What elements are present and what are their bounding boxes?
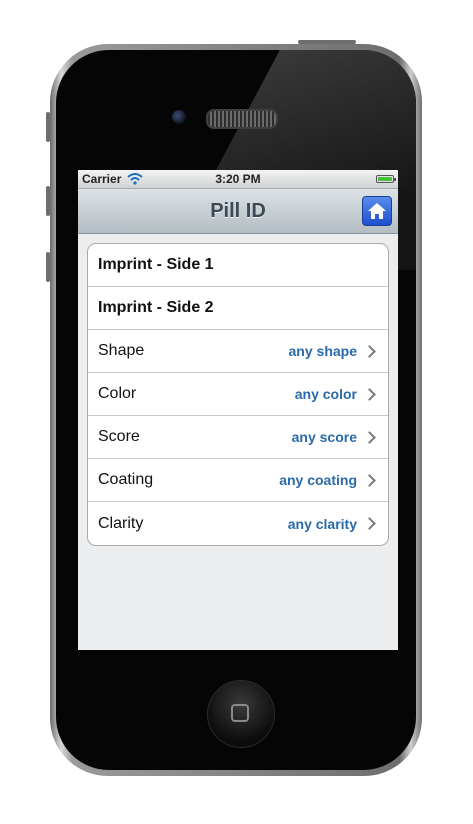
- row-value: any shape: [288, 343, 357, 359]
- row-value: any coating: [279, 472, 357, 488]
- page-title: Pill ID: [210, 199, 266, 222]
- status-bar: Carrier 3:20 PM: [78, 170, 398, 189]
- app-screen: Carrier 3:20 PM Pill ID Imprint - Side 1…: [78, 170, 398, 650]
- row-shape[interactable]: Shape any shape: [88, 330, 388, 373]
- chevron-right-icon: [363, 430, 376, 444]
- home-button-square-icon: [231, 704, 249, 722]
- row-value: any score: [291, 429, 357, 445]
- search-criteria-table: Imprint - Side 1 Imprint - Side 2 Shape …: [87, 243, 389, 546]
- battery-icon: [376, 175, 396, 183]
- row-label: Shape: [98, 342, 145, 359]
- home-icon: [368, 203, 386, 219]
- chevron-right-icon: [363, 387, 376, 401]
- row-label: Score: [98, 428, 140, 445]
- row-label: Coating: [98, 471, 154, 488]
- power-button: [298, 40, 356, 44]
- battery-fill: [378, 177, 392, 181]
- front-camera: [172, 110, 186, 124]
- chevron-right-icon: [363, 344, 376, 358]
- volume-down-button: [46, 252, 50, 282]
- row-label: Clarity: [98, 514, 144, 532]
- row-coating[interactable]: Coating any coating: [88, 459, 388, 502]
- mute-switch: [46, 112, 50, 142]
- row-value: any clarity: [287, 515, 357, 532]
- row-label: Color: [98, 385, 137, 402]
- clock-time: 3:20 PM: [215, 172, 261, 186]
- row-clarity[interactable]: Clarity any clarity: [88, 502, 388, 545]
- row-imprint-side-1[interactable]: Imprint - Side 1: [88, 244, 388, 287]
- home-button[interactable]: [362, 196, 392, 226]
- chevron-right-icon: [363, 473, 376, 487]
- volume-up-button: [46, 186, 50, 216]
- hardware-home-button[interactable]: [207, 680, 275, 748]
- row-color[interactable]: Color any color: [88, 373, 388, 416]
- row-value: any color: [294, 386, 357, 402]
- row-label: Imprint - Side 1: [98, 256, 214, 273]
- chevron-right-icon: [363, 517, 376, 530]
- row-label: Imprint - Side 2: [98, 299, 214, 316]
- row-imprint-side-2[interactable]: Imprint - Side 2: [88, 287, 388, 330]
- navigation-bar: Pill ID: [78, 189, 398, 234]
- row-score[interactable]: Score any score: [88, 416, 388, 459]
- earpiece-speaker: [206, 109, 278, 129]
